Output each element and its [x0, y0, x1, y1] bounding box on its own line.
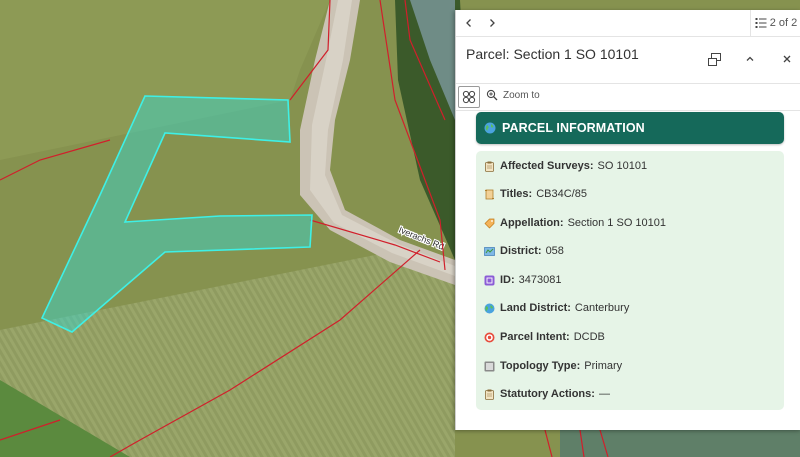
field-appellation: Appellation: Section 1 SO 10101	[484, 214, 666, 232]
chevron-left-icon	[466, 19, 471, 27]
target-icon	[484, 332, 495, 342]
id-icon	[484, 275, 495, 285]
scroll-icon	[485, 189, 494, 199]
field-district: District: 058	[484, 242, 564, 260]
square-icon	[484, 361, 495, 371]
zoom-to-icon	[486, 89, 498, 101]
chevron-up-icon	[746, 56, 754, 61]
zoom-to-button[interactable]: Zoom to	[486, 89, 540, 101]
zoom-to-label: Zoom to	[503, 89, 540, 101]
collapse-button[interactable]	[739, 49, 761, 69]
popup-toolbar: Zoom to	[456, 84, 800, 111]
popup-title: Parcel: Section 1 SO 10101	[466, 46, 639, 62]
field-id: ID: 3473081	[484, 271, 562, 289]
globe-icon	[484, 122, 496, 134]
popup-header: Parcel: Section 1 SO 10101	[456, 37, 800, 84]
field-affected-surveys: Affected Surveys: SO 10101	[484, 157, 647, 175]
banner-title: PARCEL INFORMATION	[502, 121, 645, 135]
feature-grid-icon	[462, 90, 476, 104]
feature-list-button[interactable]: 2 of 2	[750, 10, 800, 36]
clipboard-icon	[485, 389, 494, 400]
close-icon	[783, 55, 791, 63]
feature-popup: 2 of 2 Parcel: Section 1 SO 10101 Zoom t…	[455, 10, 800, 430]
page-indicator: 2 of 2	[769, 17, 798, 29]
map-icon	[484, 246, 495, 256]
field-statutory-actions: Statutory Actions: —	[484, 385, 610, 403]
parcel-info-list: Affected Surveys: SO 10101 Titles: CB34C…	[476, 151, 784, 410]
chevron-right-icon	[490, 19, 495, 27]
tag-icon	[484, 218, 495, 228]
clipboard-icon	[485, 161, 494, 172]
feature-actions-button[interactable]	[458, 86, 480, 108]
popup-nav-bar: 2 of 2	[456, 10, 800, 37]
parcel-info-banner: PARCEL INFORMATION	[476, 112, 784, 144]
field-parcel-intent: Parcel Intent: DCDB	[484, 328, 605, 346]
field-topology-type: Topology Type: Primary	[484, 357, 622, 375]
field-titles: Titles: CB34C/85	[484, 185, 587, 203]
river-lower	[560, 430, 800, 457]
previous-feature-button[interactable]	[459, 14, 479, 32]
field-land-district: Land District: Canterbury	[484, 299, 629, 317]
globe-icon	[484, 303, 495, 313]
list-icon	[755, 18, 767, 28]
dock-button[interactable]	[703, 49, 725, 69]
next-feature-button[interactable]	[482, 14, 502, 32]
close-button[interactable]	[776, 49, 798, 69]
dock-icon	[707, 52, 721, 66]
